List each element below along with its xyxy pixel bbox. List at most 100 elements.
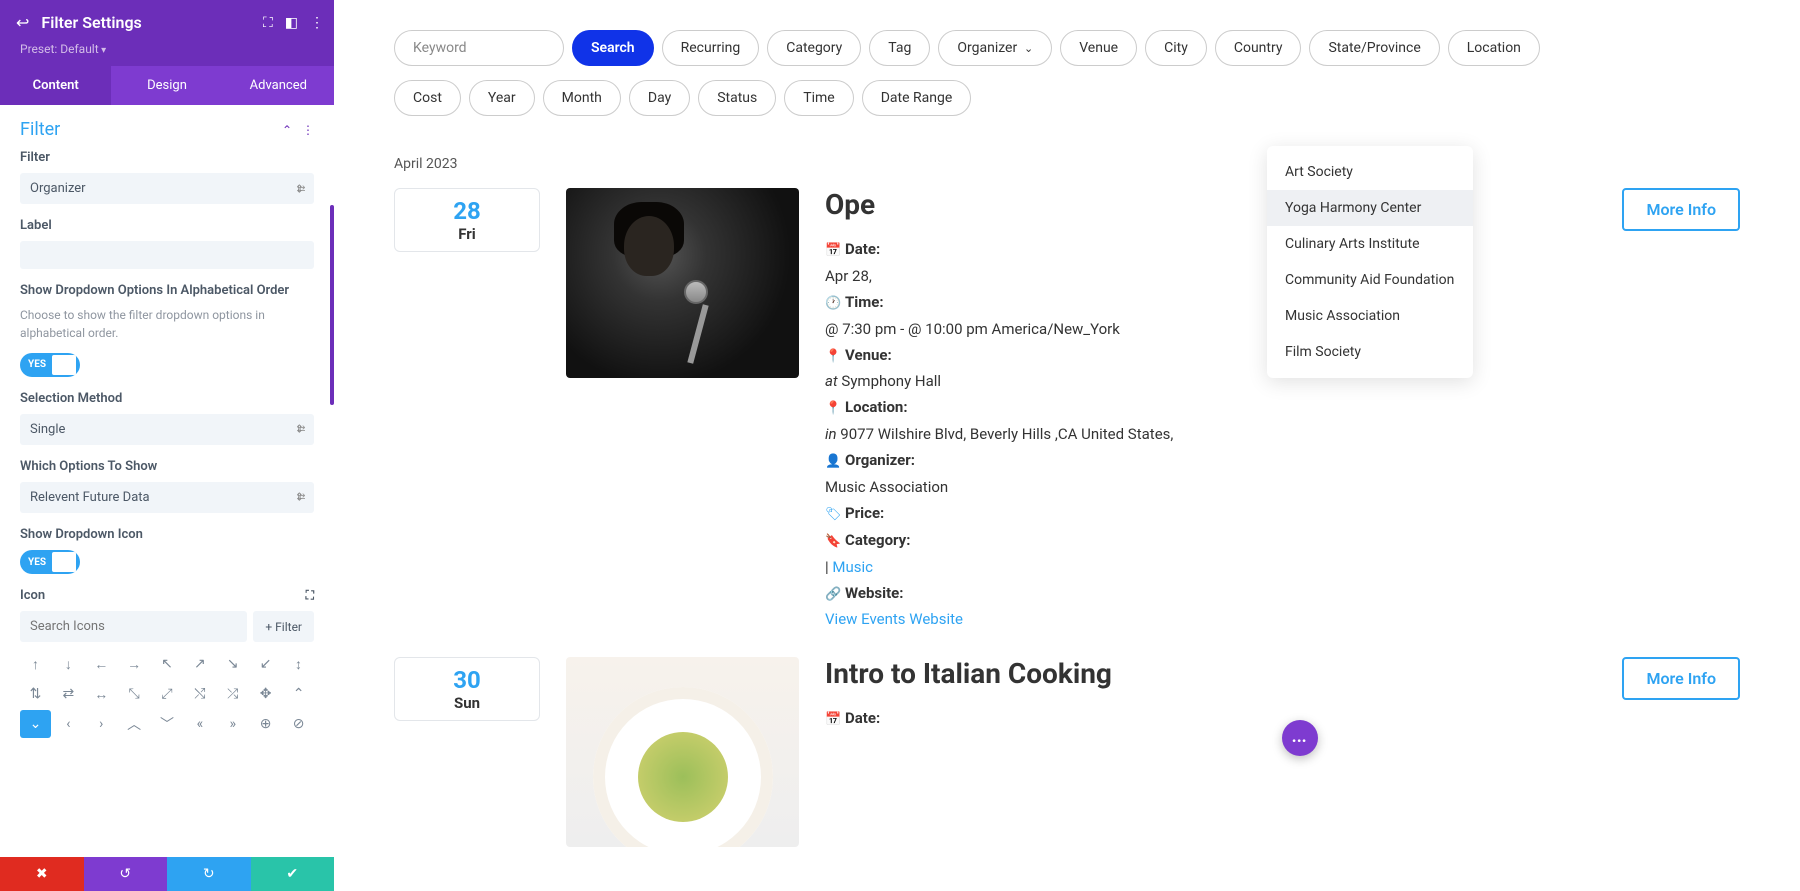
- tab-design[interactable]: Design: [111, 66, 222, 105]
- fab-options[interactable]: …: [1282, 720, 1318, 756]
- filter-time[interactable]: Time: [784, 80, 853, 116]
- bookmark-icon: 🔖: [825, 532, 841, 553]
- filter-status[interactable]: Status: [698, 80, 776, 116]
- icon-option[interactable]: ↙: [250, 650, 281, 678]
- icon-option[interactable]: ﹀: [152, 710, 183, 738]
- filter-location[interactable]: Location: [1448, 30, 1540, 66]
- icon-option[interactable]: ↑: [20, 650, 51, 678]
- collapse-icon[interactable]: ⌃: [282, 123, 292, 137]
- icon-option[interactable]: ↓: [53, 650, 84, 678]
- preset-dropdown[interactable]: Preset: Default: [0, 42, 334, 66]
- icon-option[interactable]: ✥: [250, 680, 281, 708]
- filter-cost[interactable]: Cost: [394, 80, 461, 116]
- section-kebab-icon[interactable]: ⋮: [302, 123, 314, 137]
- filter-city[interactable]: City: [1145, 30, 1207, 66]
- category-link[interactable]: Music: [832, 558, 873, 576]
- expand-icon[interactable]: ⛶: [306, 588, 314, 603]
- filter-tag[interactable]: Tag: [869, 30, 930, 66]
- icon-option[interactable]: ⤮: [217, 680, 248, 708]
- redo-button[interactable]: ↻: [167, 857, 251, 891]
- icon-option[interactable]: ⊘: [283, 710, 314, 738]
- icon-grid: ↑ ↓ ← → ↖ ↗ ↘ ↙ ↕ ⇅ ⇄ ↔ ⤡ ⤢ ⤭ ⤮ ✥ ⌃ ⌄ ‹ …: [0, 650, 334, 748]
- location-value: 9077 Wilshire Blvd, Beverly Hills ,CA Un…: [837, 425, 1174, 443]
- website-label: Website:: [845, 584, 904, 602]
- dropdown-item[interactable]: Community Aid Foundation: [1267, 262, 1473, 298]
- organizer-value: Music Association: [825, 475, 1596, 499]
- show-icon-toggle[interactable]: YES: [20, 550, 80, 574]
- dropdown-item[interactable]: Culinary Arts Institute: [1267, 226, 1473, 262]
- category-label: Category:: [845, 531, 910, 549]
- icon-option[interactable]: ↕: [283, 650, 314, 678]
- filter-day[interactable]: Day: [629, 80, 690, 116]
- location-in: in: [825, 425, 837, 443]
- icon-option[interactable]: ⇅: [20, 680, 51, 708]
- cancel-button[interactable]: ✖: [0, 857, 84, 891]
- tab-content[interactable]: Content: [0, 66, 111, 105]
- label-input[interactable]: [20, 241, 314, 269]
- alpha-label: Show Dropdown Options In Alphabetical Or…: [20, 283, 314, 298]
- chevron-down-icon: ⌄: [1021, 42, 1033, 55]
- filter-select[interactable]: Organizer: [20, 173, 314, 204]
- icon-option[interactable]: ︿: [119, 710, 150, 738]
- keyword-input[interactable]: Keyword: [394, 30, 564, 66]
- icon-search-input[interactable]: [20, 611, 247, 642]
- date-num: 30: [453, 666, 481, 694]
- website-link[interactable]: View Events Website: [825, 610, 963, 628]
- tag-icon: 🏷: [825, 505, 841, 526]
- icon-option[interactable]: →: [119, 650, 150, 678]
- icon-option[interactable]: ⌃: [283, 680, 314, 708]
- filter-country[interactable]: Country: [1215, 30, 1302, 66]
- icon-option[interactable]: ‹: [53, 710, 84, 738]
- icon-option[interactable]: ↖: [152, 650, 183, 678]
- organizer-dropdown: Art Society Yoga Harmony Center Culinary…: [1267, 146, 1473, 378]
- tab-advanced[interactable]: Advanced: [223, 66, 334, 105]
- dropdown-item[interactable]: Yoga Harmony Center: [1267, 190, 1473, 226]
- icon-label: Icon: [20, 588, 45, 603]
- icon-option[interactable]: «: [184, 710, 215, 738]
- kebab-icon[interactable]: ⋮: [310, 15, 324, 31]
- icon-option[interactable]: ⌄: [20, 710, 51, 738]
- expand-icon[interactable]: ⛶: [263, 15, 273, 31]
- icon-option[interactable]: ›: [86, 710, 117, 738]
- price-label: Price:: [845, 504, 884, 522]
- icon-option[interactable]: ⤡: [119, 680, 150, 708]
- filter-date-range[interactable]: Date Range: [862, 80, 972, 116]
- icon-option[interactable]: ↗: [184, 650, 215, 678]
- event-image: [566, 657, 799, 847]
- filter-organizer[interactable]: Organizer ⌄: [938, 30, 1052, 66]
- selection-select[interactable]: Single: [20, 414, 314, 445]
- icon-option[interactable]: ⤢: [152, 680, 183, 708]
- undo-button[interactable]: ↺: [84, 857, 168, 891]
- dropdown-item[interactable]: Music Association: [1267, 298, 1473, 334]
- save-button[interactable]: ✔: [251, 857, 335, 891]
- icon-filter-button[interactable]: + Filter: [253, 611, 314, 642]
- section-title: Filter: [20, 119, 60, 140]
- filter-month[interactable]: Month: [543, 80, 621, 116]
- panel-title: Filter Settings: [41, 13, 141, 32]
- icon-option[interactable]: ↔: [86, 680, 117, 708]
- filter-category[interactable]: Category: [767, 30, 861, 66]
- filter-recurring[interactable]: Recurring: [662, 30, 760, 66]
- alpha-toggle[interactable]: YES: [20, 353, 80, 377]
- back-icon[interactable]: ↩: [16, 13, 29, 32]
- selection-label: Selection Method: [20, 391, 314, 406]
- icon-option[interactable]: ⊕: [250, 710, 281, 738]
- dropdown-item[interactable]: Film Society: [1267, 334, 1473, 370]
- show-icon-label: Show Dropdown Icon: [20, 527, 314, 542]
- icon-option[interactable]: ↘: [217, 650, 248, 678]
- filter-year[interactable]: Year: [469, 80, 535, 116]
- search-button[interactable]: Search: [572, 30, 654, 66]
- which-select[interactable]: Relevent Future Data: [20, 482, 314, 513]
- more-info-button[interactable]: More Info: [1622, 657, 1740, 700]
- icon-option[interactable]: ←: [86, 650, 117, 678]
- icon-option[interactable]: »: [217, 710, 248, 738]
- filter-state[interactable]: State/Province: [1309, 30, 1439, 66]
- dropdown-item[interactable]: Art Society: [1267, 154, 1473, 190]
- icon-option[interactable]: ⤭: [184, 680, 215, 708]
- filter-venue[interactable]: Venue: [1060, 30, 1137, 66]
- panel-icon[interactable]: ◧: [285, 15, 298, 31]
- pin-icon: 📍: [825, 347, 841, 368]
- more-info-button[interactable]: More Info: [1622, 188, 1740, 231]
- event-image: [566, 188, 799, 378]
- icon-option[interactable]: ⇄: [53, 680, 84, 708]
